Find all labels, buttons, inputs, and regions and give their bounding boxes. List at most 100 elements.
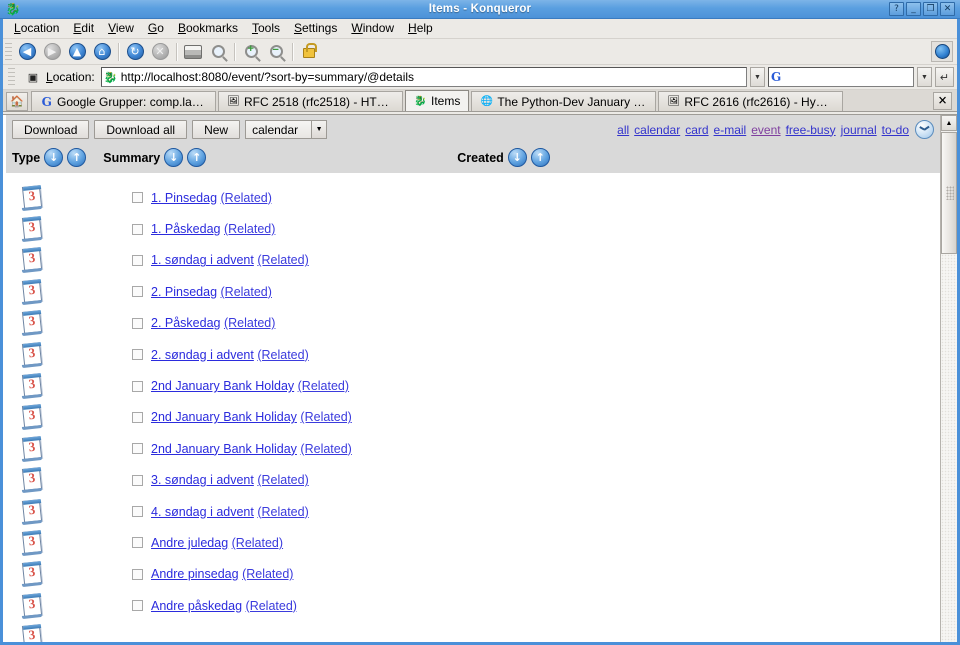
zoom-in-icon[interactable]	[239, 41, 263, 63]
sort-created-asc-icon[interactable]: ↑	[530, 148, 550, 167]
row-related-link[interactable]: (Related)	[224, 316, 275, 330]
table-row[interactable]: 3 4. søndag i advent (Related)	[6, 496, 940, 527]
row-checkbox[interactable]	[132, 192, 143, 204]
row-related-link[interactable]: (Related)	[257, 505, 308, 519]
row-related-link[interactable]: (Related)	[257, 473, 308, 487]
menu-help[interactable]: Help	[401, 19, 440, 38]
go-button[interactable]: ↵	[935, 67, 954, 87]
table-row[interactable]: 3 2. Påskedag (Related)	[6, 308, 940, 339]
row-summary-link[interactable]: 2. Påskedag	[151, 316, 221, 330]
new-button[interactable]: New	[192, 120, 241, 139]
home-icon[interactable]: ⌂	[90, 41, 114, 63]
row-related-link[interactable]: (Related)	[246, 599, 297, 613]
row-checkbox[interactable]	[132, 254, 143, 266]
row-summary-link[interactable]: 2nd January Bank Holiday	[151, 442, 297, 456]
table-row[interactable]: 3 2nd January Bank Holday (Related)	[6, 370, 940, 401]
menu-bookmarks[interactable]: Bookmarks	[171, 19, 245, 38]
scroll-up-button[interactable]: ▲	[941, 115, 957, 131]
chevron-down-icon[interactable]: ▼	[311, 120, 328, 139]
row-related-link[interactable]: (Related)	[221, 285, 272, 299]
tab-items[interactable]: 🐉 Items	[405, 90, 470, 111]
row-checkbox[interactable]	[132, 317, 143, 329]
help-button[interactable]: ?	[889, 2, 904, 16]
sort-type-asc-icon[interactable]: ↑	[67, 148, 87, 167]
search-input[interactable]: G	[768, 67, 914, 87]
location-input[interactable]: 🐉 http://localhost:8080/event/?sort-by=s…	[100, 67, 747, 87]
row-summary-link[interactable]: Andre pinsedag	[151, 567, 239, 581]
up-icon[interactable]: ▲	[65, 41, 89, 63]
toolbar-grip[interactable]	[5, 41, 12, 62]
search-provider-dropdown[interactable]: ▼	[917, 67, 932, 87]
find-icon[interactable]	[206, 41, 230, 63]
download-button[interactable]: Download	[12, 120, 90, 139]
sort-summary-asc-icon[interactable]: ↑	[187, 148, 207, 167]
tab-rfc2518[interactable]: 🖼 RFC 2518 (rfc2518) - HTTP ...	[218, 91, 403, 111]
minimize-button[interactable]: _	[906, 2, 921, 16]
table-row[interactable]: 3 1. søndag i advent (Related)	[6, 245, 940, 276]
row-checkbox[interactable]	[132, 380, 143, 392]
row-summary-link[interactable]: 1. Pinsedag	[151, 191, 217, 205]
row-summary-link[interactable]: 2nd January Bank Holday	[151, 379, 294, 393]
menu-window[interactable]: Window	[344, 19, 401, 38]
scrollbar-thumb[interactable]	[941, 132, 957, 254]
menu-view[interactable]: View	[101, 19, 141, 38]
menu-edit[interactable]: Edit	[66, 19, 101, 38]
link-event[interactable]: event	[751, 123, 780, 137]
row-checkbox[interactable]	[132, 223, 143, 235]
menu-settings[interactable]: Settings	[287, 19, 344, 38]
row-checkbox[interactable]	[132, 443, 143, 455]
clear-location-icon[interactable]: ▣	[25, 70, 41, 84]
row-checkbox[interactable]	[132, 411, 143, 423]
table-row[interactable]: 3 1. Påskedag (Related)	[6, 213, 940, 244]
menu-tools[interactable]: Tools	[245, 19, 287, 38]
back-icon[interactable]: ◀	[15, 41, 39, 63]
row-related-link[interactable]: (Related)	[232, 536, 283, 550]
table-row[interactable]: 3	[6, 621, 940, 642]
row-summary-link[interactable]: 1. søndag i advent	[151, 253, 254, 267]
table-row[interactable]: 3 Andre juledag (Related)	[6, 527, 940, 558]
row-summary-link[interactable]: 3. søndag i advent	[151, 473, 254, 487]
row-related-link[interactable]: (Related)	[300, 410, 351, 424]
tab-rfc2616[interactable]: 🖼 RFC 2616 (rfc2616) - Hyper...	[658, 91, 844, 111]
table-row[interactable]: 3 3. søndag i advent (Related)	[6, 465, 940, 496]
sort-type-desc-icon[interactable]: ↓	[44, 148, 64, 167]
row-summary-link[interactable]: Andre juledag	[151, 536, 228, 550]
row-related-link[interactable]: (Related)	[242, 567, 293, 581]
table-row[interactable]: 3 2. søndag i advent (Related)	[6, 339, 940, 370]
link-calendar[interactable]: calendar	[634, 123, 680, 137]
type-select[interactable]: calendar ▼	[245, 120, 328, 139]
row-related-link[interactable]: (Related)	[224, 222, 275, 236]
location-history-dropdown[interactable]: ▼	[750, 67, 765, 87]
row-checkbox[interactable]	[132, 568, 143, 580]
row-summary-link[interactable]: 2. søndag i advent	[151, 348, 254, 362]
locationbar-grip[interactable]	[8, 67, 15, 87]
row-related-link[interactable]: (Related)	[300, 442, 351, 456]
new-tab-button[interactable]: 🏠	[6, 92, 28, 111]
link-all[interactable]: all	[617, 123, 629, 137]
download-all-button[interactable]: Download all	[94, 120, 188, 139]
close-button[interactable]: ✕	[940, 2, 955, 16]
row-related-link[interactable]: (Related)	[257, 253, 308, 267]
row-related-link[interactable]: (Related)	[221, 191, 272, 205]
table-row[interactable]: 3 2nd January Bank Holiday (Related)	[6, 402, 940, 433]
scrollbar-track[interactable]	[941, 254, 957, 642]
reload-icon[interactable]: ↻	[123, 41, 147, 63]
row-summary-link[interactable]: 2. Pinsedag	[151, 285, 217, 299]
table-row[interactable]: 3 2. Pinsedag (Related)	[6, 276, 940, 307]
vertical-scrollbar[interactable]: ▲	[940, 115, 957, 642]
table-row[interactable]: 3 2nd January Bank Holiday (Related)	[6, 433, 940, 464]
row-checkbox[interactable]	[132, 537, 143, 549]
link-free-busy[interactable]: free-busy	[786, 123, 836, 137]
row-checkbox[interactable]	[132, 600, 143, 612]
table-row[interactable]: 3 1. Pinsedag (Related)	[6, 182, 940, 213]
row-summary-link[interactable]: 2nd January Bank Holiday	[151, 410, 297, 424]
row-related-link[interactable]: (Related)	[257, 348, 308, 362]
table-row[interactable]: 3 Andre pinsedag (Related)	[6, 559, 940, 590]
row-summary-link[interactable]: 4. søndag i advent	[151, 505, 254, 519]
link-to-do[interactable]: to-do	[882, 123, 909, 137]
row-related-link[interactable]: (Related)	[298, 379, 349, 393]
tab-google-grupper[interactable]: G Google Grupper: comp.lang....	[31, 91, 216, 111]
row-checkbox[interactable]	[132, 506, 143, 518]
row-checkbox[interactable]	[132, 474, 143, 486]
row-checkbox[interactable]	[132, 286, 143, 298]
